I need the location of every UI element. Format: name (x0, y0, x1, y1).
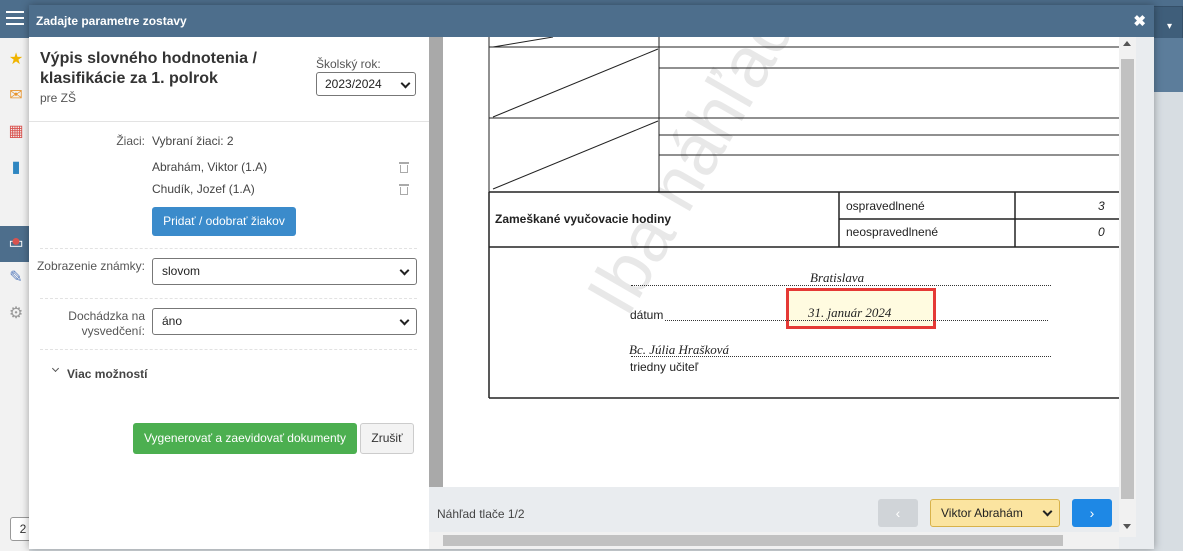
pen-icon[interactable]: ✎ (6, 268, 26, 288)
student-select[interactable]: Viktor Abrahám (930, 499, 1060, 527)
chevron-down-icon (399, 315, 410, 326)
preview-horizontal-scrollbar[interactable] (429, 532, 1119, 549)
divider (40, 349, 417, 350)
divider (29, 121, 429, 122)
unexcused-value: 0 (1098, 225, 1105, 239)
calendar-icon[interactable]: ▦ (6, 122, 26, 142)
chevron-down-icon: ▾ (1166, 21, 1172, 32)
preview-footer: Náhľad tlače 1/2 ‹ Viktor Abrahám › (429, 492, 1119, 532)
preview-splitter[interactable] (429, 37, 443, 487)
student-select-value: Viktor Abrahám (941, 506, 1023, 520)
chevron-down-icon[interactable] (51, 364, 60, 373)
grade-display-select[interactable]: slovom (152, 258, 417, 285)
previous-student-button[interactable]: ‹ (878, 499, 918, 527)
date-value: 31. január 2024 (808, 305, 892, 320)
report-title: Výpis slovného hodnotenia / klasifikácie… (40, 50, 257, 87)
unexcused-label: neospravedlnené (846, 225, 939, 239)
student-item-2: Chudík, Jozef (1.A) (152, 182, 255, 196)
place-text: Bratislava (810, 270, 865, 285)
gear-icon[interactable]: ⚙ (6, 304, 26, 324)
cancel-button[interactable]: Zrušiť (360, 423, 414, 454)
school-year-select[interactable]: 2023/2024 (316, 72, 416, 96)
signature-line (631, 356, 1051, 357)
add-remove-students-button[interactable]: Pridať / odobrať žiakov (152, 207, 296, 236)
star-icon[interactable]: ★ (6, 50, 26, 70)
report-parameters-dialog: Zadajte parametre zostavy ✖ Výpis slovné… (29, 5, 1154, 549)
book-icon[interactable]: ▮ (6, 158, 26, 178)
preview-page-label: Náhľad tlače 1/2 (437, 507, 525, 521)
attendance-label: Dochádzka na vysvedčení: (68, 309, 145, 338)
next-student-button[interactable]: › (1072, 499, 1112, 527)
school-year-value: 2023/2024 (325, 77, 382, 91)
trash-icon[interactable] (399, 184, 409, 195)
hamburger-menu-icon[interactable] (6, 11, 24, 25)
preview-page: Iba náhľad. Zameškané vyučovacie hodiny … (443, 37, 1119, 487)
print-preview-panel: Iba náhľad. Zameškané vyučovacie hodiny … (429, 37, 1154, 549)
chevron-down-icon (399, 265, 410, 276)
app-header-band (1150, 38, 1183, 92)
chat-icon[interactable]: ● (6, 232, 26, 252)
place-line (631, 285, 1051, 286)
grade-display-label: Zobrazenie známky: (36, 259, 145, 273)
absences-label: Zameškané vyučovacie hodiny (495, 212, 672, 226)
grade-display-value: slovom (162, 264, 201, 278)
preview-table-lines (488, 37, 1119, 399)
divider (40, 298, 417, 299)
trash-icon[interactable] (399, 162, 409, 173)
student-item-1: Abrahám, Viktor (1.A) (152, 160, 268, 174)
generate-documents-button[interactable]: Vygenerovať a zaevidovať dokumenty (133, 423, 357, 454)
app-sidebar: ★ ✉ ▦ ▮ ▭ ● ✎ ⚙ (0, 38, 30, 551)
scroll-up-icon[interactable] (1123, 41, 1131, 46)
more-options-toggle[interactable]: Viac možností (67, 367, 147, 381)
attendance-select[interactable]: áno (152, 308, 417, 335)
chevron-down-icon (1042, 506, 1053, 517)
students-label: Žiaci: (116, 134, 145, 148)
report-subtitle: pre ZŠ (40, 91, 77, 105)
divider (40, 248, 417, 249)
teacher-role: triedny učiteľ (630, 360, 699, 374)
excused-value: 3 (1098, 199, 1105, 213)
school-year-label: Školský rok: (316, 57, 381, 71)
dialog-header: Zadajte parametre zostavy ✖ (29, 5, 1154, 37)
scroll-down-icon[interactable] (1123, 524, 1131, 529)
attendance-value: áno (162, 314, 183, 328)
chevron-down-icon (400, 78, 411, 89)
date-label: dátum (630, 308, 664, 322)
dialog-title: Zadajte parametre zostavy (36, 14, 187, 28)
students-summary: Vybraní žiaci: 2 (152, 134, 234, 148)
close-icon[interactable]: ✖ (1133, 12, 1146, 30)
scrollbar-thumb[interactable] (443, 535, 1063, 546)
preview-vertical-scrollbar[interactable] (1119, 37, 1136, 537)
parameters-panel: Výpis slovného hodnotenia / klasifikácie… (29, 37, 429, 549)
excused-label: ospravedlnené (846, 199, 925, 213)
scrollbar-thumb[interactable] (1121, 59, 1134, 499)
mail-icon[interactable]: ✉ (6, 86, 26, 106)
